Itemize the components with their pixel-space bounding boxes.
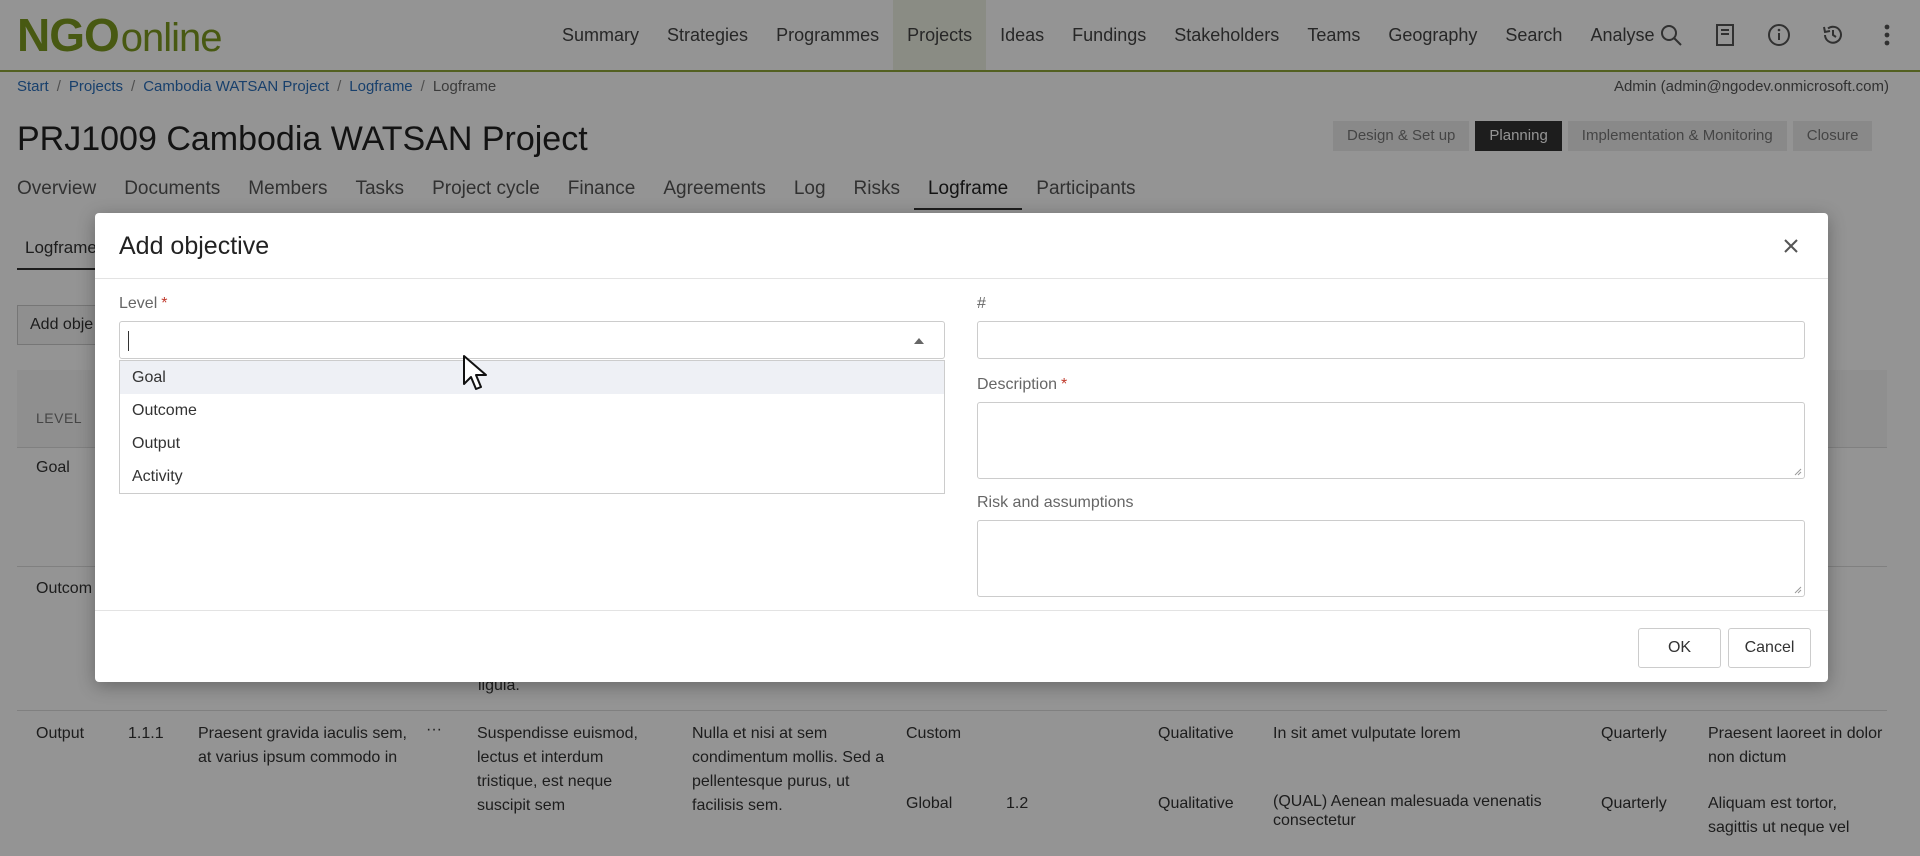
dialog-footer-divider [95,610,1828,611]
resize-handle-icon[interactable] [1794,468,1802,476]
level-option-outcome[interactable]: Outcome [120,394,944,427]
description-label: Description * [977,376,1067,394]
chevron-up-icon[interactable] [914,338,924,344]
level-option-goal[interactable]: Goal [120,361,944,394]
level-select[interactable] [119,321,945,359]
dialog-divider [95,278,1828,279]
level-option-activity[interactable]: Activity [120,460,944,493]
number-field[interactable] [977,321,1805,359]
required-mark: * [1061,376,1068,393]
risk-label: Risk and assumptions [977,494,1134,511]
level-dropdown-list: Goal Outcome Output Activity [119,360,945,494]
description-label-text: Description [977,376,1058,393]
required-mark: * [161,295,168,312]
level-label: Level * [119,295,167,313]
number-label: # [977,295,986,312]
close-icon[interactable] [1776,231,1806,261]
cancel-button[interactable]: Cancel [1728,628,1811,668]
ok-button[interactable]: OK [1638,628,1721,668]
add-objective-dialog: Add objective Level * Goal Outcome Output… [95,213,1828,682]
level-option-output[interactable]: Output [120,427,944,460]
level-label-text: Level [119,295,158,312]
mouse-cursor-icon [463,355,487,390]
resize-handle-icon[interactable] [1794,586,1802,594]
dialog-title: Add objective [119,232,270,260]
description-textarea[interactable] [977,402,1805,479]
text-caret [128,331,129,351]
risk-textarea[interactable] [977,520,1805,597]
